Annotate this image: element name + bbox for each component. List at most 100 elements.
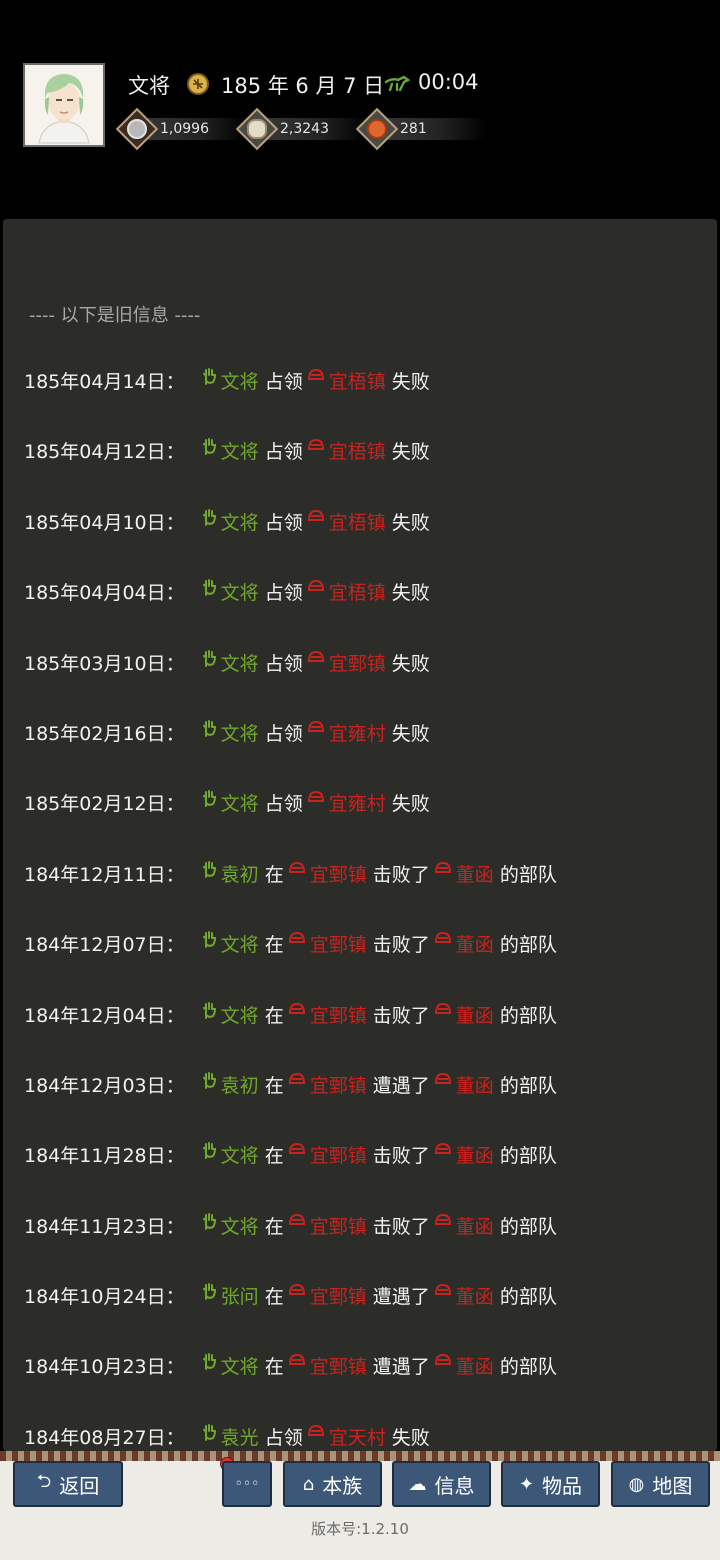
enemy-name[interactable]: 董函 <box>456 930 494 957</box>
entry-tail: 的部队 <box>499 934 557 957</box>
place-name[interactable]: 宜天村 <box>329 1423 386 1450</box>
actor-name[interactable]: 文将 <box>221 508 259 535</box>
entry-result: 失败 <box>391 793 430 816</box>
enemy-name[interactable]: 董函 <box>456 1141 494 1168</box>
entry-verb: 遭遇了 <box>372 1286 430 1309</box>
actor-name[interactable]: 文将 <box>221 578 259 605</box>
actor-name[interactable]: 袁初 <box>221 860 259 887</box>
actor-name[interactable]: 文将 <box>221 1141 259 1168</box>
actor-name[interactable]: 文将 <box>221 367 259 394</box>
actor-name[interactable]: 袁光 <box>221 1423 259 1450</box>
bottom-bar: ⮌ 返回 ◦◦◦ ⌂ 本族 ☁ 信息 ✦ 物品 ◍ 地图 版本号:1.2.10 <box>0 1451 720 1560</box>
entry-prep: 在 <box>264 934 284 957</box>
helmet-icon <box>434 1002 451 1014</box>
actor-name[interactable]: 文将 <box>221 719 259 746</box>
place-name[interactable]: 宜鄄镇 <box>310 1141 367 1168</box>
game-date: 185 年 6 月 7 日 <box>221 74 385 98</box>
resource-grain: 2,3243 <box>235 107 366 151</box>
enemy-name[interactable]: 董函 <box>456 1212 494 1239</box>
enemy-name[interactable]: 董函 <box>456 1282 494 1309</box>
clan-button[interactable]: ⌂ 本族 <box>283 1461 382 1507</box>
place-name[interactable]: 宜鄄镇 <box>310 1071 367 1098</box>
place-name[interactable]: 宜梧镇 <box>329 437 386 464</box>
entry-date: 184年12月03日： <box>24 1074 185 1097</box>
enemy-name[interactable]: 董函 <box>456 1001 494 1028</box>
game-time: 00:04 <box>418 70 479 94</box>
place-name[interactable]: 宜鄄镇 <box>310 1352 367 1379</box>
actor-name[interactable]: 文将 <box>221 437 259 464</box>
entry-date: 185年02月16日： <box>24 722 185 745</box>
entry-tail: 的部队 <box>499 1215 557 1238</box>
helmet-icon <box>307 720 324 732</box>
log-entry: 184年10月24日： 张问 在 宜鄄镇 遭遇了 董函 的部队 <box>24 1282 714 1352</box>
enemy-name[interactable]: 董函 <box>456 1352 494 1379</box>
hand-icon <box>202 1353 216 1371</box>
actor-name[interactable]: 文将 <box>221 789 259 816</box>
helmet-icon <box>434 861 451 873</box>
entry-date: 185年02月12日： <box>24 793 185 816</box>
log-entry: 184年12月04日： 文将 在 宜鄄镇 击败了 董函 的部队 <box>24 1001 714 1071</box>
entry-prep: 在 <box>264 1145 284 1168</box>
message-panel[interactable]: ---- 以下是旧信息 ---- 185年04月14日： 文将 占领 宜梧镇 失败 1… <box>3 219 717 1451</box>
info-button[interactable]: ☁ 信息 <box>392 1461 491 1507</box>
hand-icon <box>202 438 216 456</box>
actor-name[interactable]: 文将 <box>221 649 259 676</box>
helmet-icon <box>288 932 305 944</box>
map-button[interactable]: ◍ 地图 <box>611 1461 710 1507</box>
entry-date: 185年04月10日： <box>24 511 185 534</box>
items-icon: ✦ <box>518 1473 535 1495</box>
place-name[interactable]: 宜鄄镇 <box>310 1001 367 1028</box>
entry-prep: 在 <box>264 1004 284 1027</box>
actor-name[interactable]: 张问 <box>221 1282 259 1309</box>
entry-verb: 占领 <box>264 441 303 464</box>
coin-icon <box>115 107 159 151</box>
place-name[interactable]: 宜雍村 <box>329 719 386 746</box>
back-button[interactable]: ⮌ 返回 <box>13 1461 123 1507</box>
place-name[interactable]: 宜梧镇 <box>329 578 386 605</box>
entry-date: 184年12月11日： <box>24 863 185 886</box>
enemy-name[interactable]: 董函 <box>456 860 494 887</box>
helmet-icon <box>288 1002 305 1014</box>
entry-date: 184年12月04日： <box>24 1004 185 1027</box>
more-button[interactable]: ◦◦◦ <box>222 1461 272 1507</box>
entry-tail: 的部队 <box>499 1074 557 1097</box>
entry-result: 失败 <box>391 582 430 605</box>
actor-name[interactable]: 文将 <box>221 930 259 957</box>
actor-name[interactable]: 袁初 <box>221 1071 259 1098</box>
entry-verb: 占领 <box>264 652 303 675</box>
entry-verb: 击败了 <box>372 1215 430 1238</box>
actor-name[interactable]: 文将 <box>221 1352 259 1379</box>
entry-verb: 占领 <box>264 793 303 816</box>
actor-name[interactable]: 文将 <box>221 1212 259 1239</box>
place-name[interactable]: 宜鄄镇 <box>310 1212 367 1239</box>
avatar[interactable] <box>23 63 105 147</box>
entry-result: 失败 <box>391 722 430 745</box>
entry-tail: 的部队 <box>499 863 557 886</box>
enemy-name[interactable]: 董函 <box>456 1071 494 1098</box>
place-name[interactable]: 宜鄄镇 <box>310 930 367 957</box>
hand-icon <box>202 579 216 597</box>
entry-date: 185年04月12日： <box>24 441 185 464</box>
place-name[interactable]: 宜梧镇 <box>329 367 386 394</box>
place-name[interactable]: 宜梧镇 <box>329 508 386 535</box>
place-name[interactable]: 宜雍村 <box>329 789 386 816</box>
grain-icon <box>235 107 279 151</box>
entry-date: 184年08月27日： <box>24 1426 185 1449</box>
place-name[interactable]: 宜鄄镇 <box>310 1282 367 1309</box>
entry-verb: 击败了 <box>372 934 430 957</box>
actor-name[interactable]: 文将 <box>221 1001 259 1028</box>
entry-prep: 在 <box>264 1356 284 1379</box>
calendar-icon <box>187 73 209 95</box>
clan-icon: ⌂ <box>302 1473 315 1495</box>
items-label: 物品 <box>542 1473 583 1498</box>
entry-verb: 击败了 <box>372 1145 430 1168</box>
helmet-icon <box>307 509 324 521</box>
helmet-icon <box>288 1213 305 1225</box>
items-button[interactable]: ✦ 物品 <box>501 1461 600 1507</box>
place-name[interactable]: 宜鄄镇 <box>329 649 386 676</box>
place-name[interactable]: 宜鄄镇 <box>310 860 367 887</box>
entry-verb: 击败了 <box>372 863 430 886</box>
log-entry: 184年11月28日： 文将 在 宜鄄镇 击败了 董函 的部队 <box>24 1141 714 1211</box>
hand-icon <box>202 1071 216 1089</box>
status-header: 文将 185 年 6 月 7 日 00:04 1,0996 2,3243 281 <box>0 0 720 218</box>
